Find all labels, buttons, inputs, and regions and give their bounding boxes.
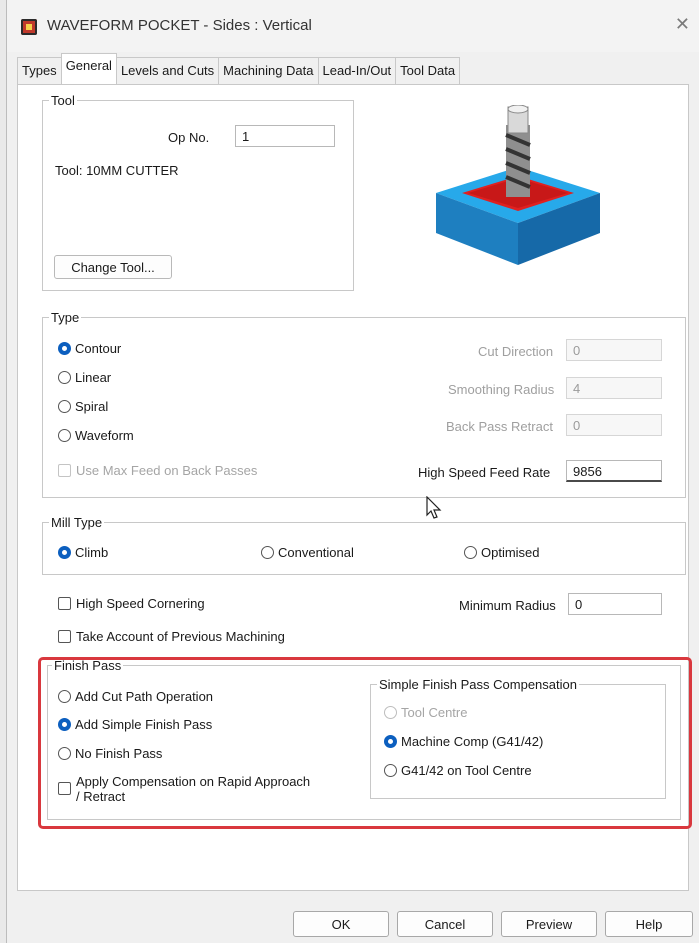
radio-label: Tool Centre (401, 705, 468, 720)
radio-label: Conventional (278, 545, 354, 560)
radio-contour[interactable]: Contour (58, 341, 121, 356)
min-radius-field[interactable]: 0 (568, 593, 662, 615)
app-icon (21, 19, 37, 35)
radio-label: No Finish Pass (75, 746, 163, 761)
radio-label: Waveform (75, 428, 134, 443)
radio-linear[interactable]: Linear (58, 370, 111, 385)
min-radius-label: Minimum Radius (459, 598, 556, 613)
radio-dot (58, 718, 71, 731)
mill-type-group: Mill Type (42, 515, 686, 575)
radio-g41-tool-centre[interactable]: G41/42 on Tool Centre (384, 763, 532, 778)
type-legend: Type (51, 310, 80, 325)
compensation-legend: Simple Finish Pass Compensation (379, 677, 577, 692)
checkbox-label: High Speed Cornering (76, 596, 205, 611)
radio-label: Spiral (75, 399, 109, 414)
radio-waveform[interactable]: Waveform (58, 428, 134, 443)
finish-pass-legend: Finish Pass (54, 658, 122, 673)
tab-bar: Types General Levels and Cuts Machining … (17, 53, 461, 85)
tab-levels-and-cuts[interactable]: Levels and Cuts (115, 57, 220, 85)
pocket-tool-icon (436, 105, 600, 265)
radio-conventional[interactable]: Conventional (261, 545, 354, 560)
smoothing-radius-field[interactable]: 4 (566, 377, 662, 399)
checkbox-box (58, 597, 71, 610)
checkbox-label-line1: Apply Compensation on Rapid Approach (76, 774, 311, 789)
dialog-window: WAVEFORM POCKET - Sides : Vertical ✕ Typ… (6, 0, 699, 943)
radio-label: Contour (75, 341, 122, 356)
radio-spiral[interactable]: Spiral (58, 399, 108, 414)
hs-feed-rate-label: High Speed Feed Rate (418, 465, 551, 480)
checkbox-box (58, 782, 71, 795)
radio-dot (384, 764, 397, 777)
radio-dot (58, 747, 71, 760)
general-panel: Tool Op No. 1 Tool: 10MM CUTTER Change T… (17, 84, 689, 891)
hs-feed-rate-field[interactable]: 9856 (566, 460, 662, 482)
window-title: WAVEFORM POCKET - Sides : Vertical (47, 17, 312, 34)
radio-dot (58, 371, 71, 384)
prev-machining-checkbox[interactable]: Take Account of Previous Machining (58, 629, 285, 644)
op-no-label: Op No. (168, 130, 210, 145)
radio-dot (384, 706, 397, 719)
radio-tool-centre[interactable]: Tool Centre (384, 705, 467, 720)
cut-direction-label: Cut Direction (478, 344, 554, 359)
tool-name-text: Tool: 10MM CUTTER (55, 163, 179, 178)
max-feed-checkbox[interactable]: Use Max Feed on Back Passes (58, 463, 257, 478)
preview-button[interactable]: Preview (501, 911, 597, 937)
ok-button[interactable]: OK (293, 911, 389, 937)
hs-cornering-checkbox[interactable]: High Speed Cornering (58, 596, 205, 611)
tool-legend: Tool (51, 93, 75, 108)
radio-dot (58, 342, 71, 355)
radio-label: Machine Comp (G41/42) (401, 734, 544, 749)
radio-label: Optimised (481, 545, 540, 560)
radio-climb[interactable]: Climb (58, 545, 108, 560)
radio-dot (464, 546, 477, 559)
change-tool-button[interactable]: Change Tool... (54, 255, 172, 279)
help-button[interactable]: Help (605, 911, 693, 937)
tab-types[interactable]: Types (17, 57, 62, 85)
radio-dot (261, 546, 274, 559)
radio-label: Linear (75, 370, 112, 385)
radio-dot (58, 429, 71, 442)
radio-dot (58, 690, 71, 703)
cut-direction-field[interactable]: 0 (566, 339, 662, 361)
checkbox-label: Use Max Feed on Back Passes (76, 463, 258, 478)
back-pass-retract-label: Back Pass Retract (446, 419, 553, 434)
back-pass-retract-field[interactable]: 0 (566, 414, 662, 436)
radio-label: Climb (75, 545, 109, 560)
radio-label: G41/42 on Tool Centre (401, 763, 532, 778)
radio-add-cut-path[interactable]: Add Cut Path Operation (58, 689, 213, 704)
tab-lead-in-out[interactable]: Lead-In/Out (317, 57, 397, 85)
mill-type-legend: Mill Type (51, 515, 103, 530)
cancel-button[interactable]: Cancel (397, 911, 493, 937)
radio-label: Add Cut Path Operation (75, 689, 214, 704)
radio-dot (58, 400, 71, 413)
radio-optimised[interactable]: Optimised (464, 545, 540, 560)
close-icon[interactable]: ✕ (675, 14, 690, 35)
radio-machine-comp[interactable]: Machine Comp (G41/42) (384, 734, 543, 749)
checkbox-box (58, 464, 71, 477)
radio-add-simple-finish[interactable]: Add Simple Finish Pass (58, 717, 212, 732)
radio-dot (384, 735, 397, 748)
checkbox-label: Apply Compensation on Rapid Approach / Re… (76, 774, 310, 804)
title-bar: WAVEFORM POCKET - Sides : Vertical ✕ (7, 0, 699, 52)
checkbox-label-line2: / Retract (76, 789, 126, 804)
op-no-field[interactable]: 1 (235, 125, 335, 147)
checkbox-label: Take Account of Previous Machining (76, 629, 285, 644)
radio-label: Add Simple Finish Pass (75, 717, 213, 732)
tab-tool-data[interactable]: Tool Data (395, 57, 461, 85)
apply-compensation-checkbox[interactable]: Apply Compensation on Rapid Approach / Re… (58, 774, 310, 804)
tab-machining-data[interactable]: Machining Data (218, 57, 319, 85)
tab-general[interactable]: General (60, 53, 117, 84)
radio-no-finish[interactable]: No Finish Pass (58, 746, 162, 761)
smoothing-radius-label: Smoothing Radius (448, 382, 555, 397)
radio-dot (58, 546, 71, 559)
checkbox-box (58, 630, 71, 643)
